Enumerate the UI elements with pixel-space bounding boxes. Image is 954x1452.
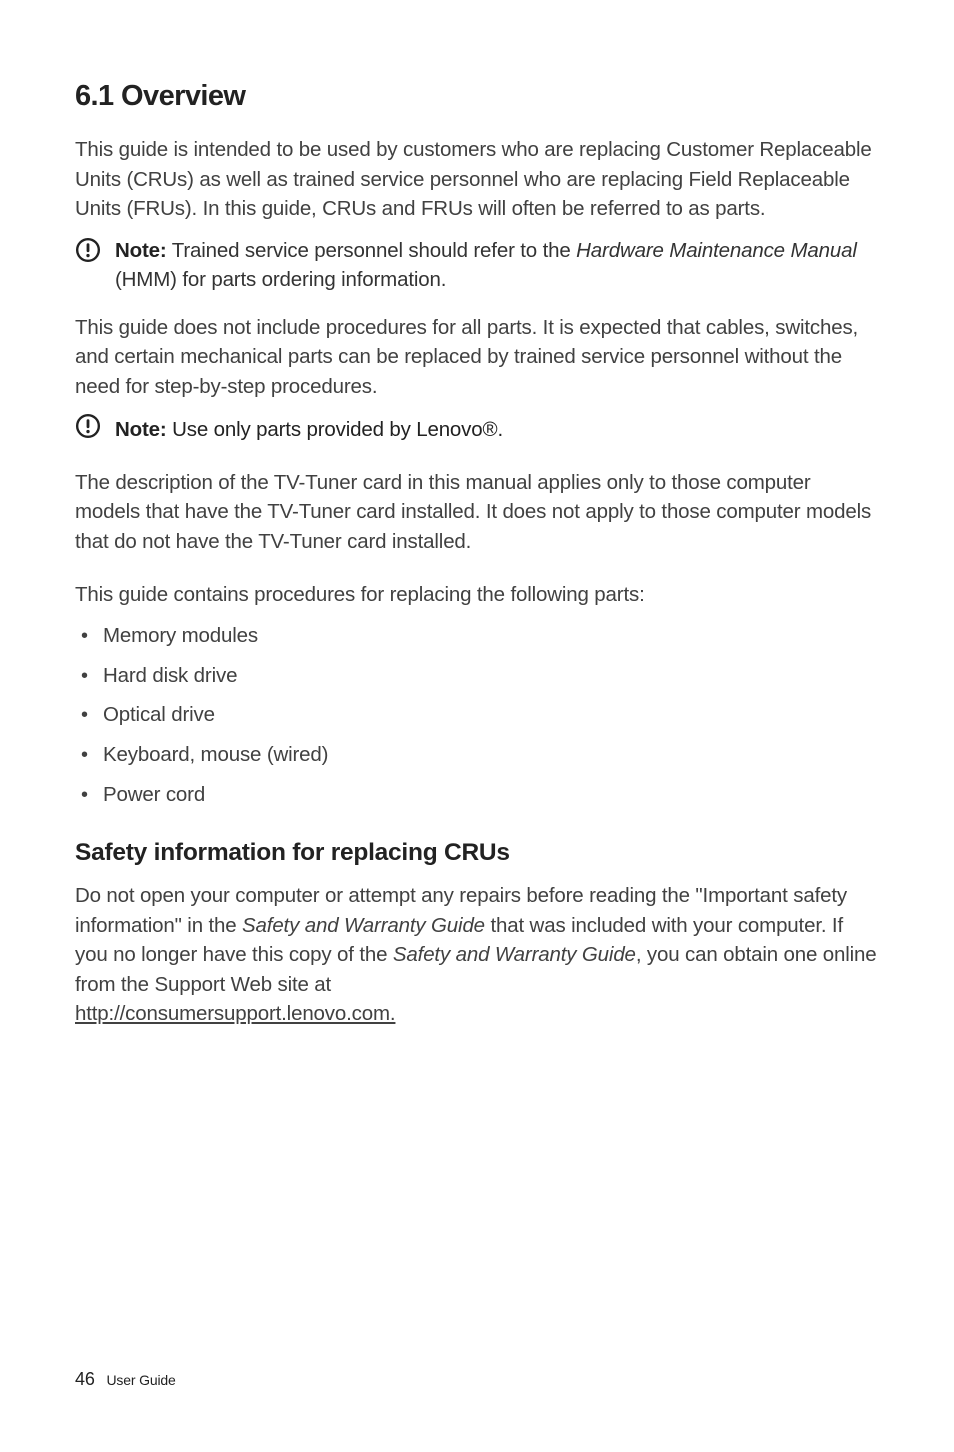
note-1-suffix: (HMM) for parts ordering information.: [115, 268, 446, 291]
note-1-text: Note: Trained service personnel should r…: [113, 236, 879, 295]
note-label: Note:: [115, 418, 167, 441]
note-label: Note:: [115, 239, 167, 262]
note-2-text: Note: Use only parts provided by Lenovo®…: [113, 416, 503, 445]
note-block-1: Note: Trained service personnel should r…: [75, 236, 879, 295]
section-heading: 6.1 Overview: [75, 80, 879, 113]
list-item: Hard disk drive: [75, 662, 879, 691]
tv-tuner-paragraph: The description of the TV-Tuner card in …: [75, 468, 879, 557]
safety-italic-1: Safety and Warranty Guide: [242, 914, 485, 937]
list-item: Power cord: [75, 781, 879, 810]
parts-list: Memory modules Hard disk drive Optical d…: [75, 622, 879, 809]
footer-label: User Guide: [106, 1372, 175, 1388]
safety-italic-2: Safety and Warranty Guide: [393, 943, 636, 966]
note-block-2: Note: Use only parts provided by Lenovo®…: [75, 413, 879, 448]
note-2-body: Use only parts provided by Lenovo®.: [167, 418, 503, 441]
list-item: Optical drive: [75, 701, 879, 730]
exclamation-circle-icon: [75, 237, 101, 272]
support-link[interactable]: http://consumersupport.lenovo.com.: [75, 1002, 395, 1025]
note-1-italic: Hardware Maintenance Manual: [576, 239, 857, 262]
exclamation-circle-icon: [75, 413, 101, 448]
safety-subheading: Safety information for replacing CRUs: [75, 839, 879, 867]
note-1-prefix: Trained service personnel should refer t…: [167, 239, 577, 262]
page-number: 46: [75, 1369, 95, 1389]
list-item: Keyboard, mouse (wired): [75, 741, 879, 770]
safety-paragraph: Do not open your computer or attempt any…: [75, 881, 879, 1029]
guide-limitation-paragraph: This guide does not include procedures f…: [75, 313, 879, 402]
page-footer: 46 User Guide: [75, 1369, 176, 1390]
intro-paragraph: This guide is intended to be used by cus…: [75, 135, 879, 224]
list-item: Memory modules: [75, 622, 879, 651]
parts-intro-paragraph: This guide contains procedures for repla…: [75, 580, 879, 610]
